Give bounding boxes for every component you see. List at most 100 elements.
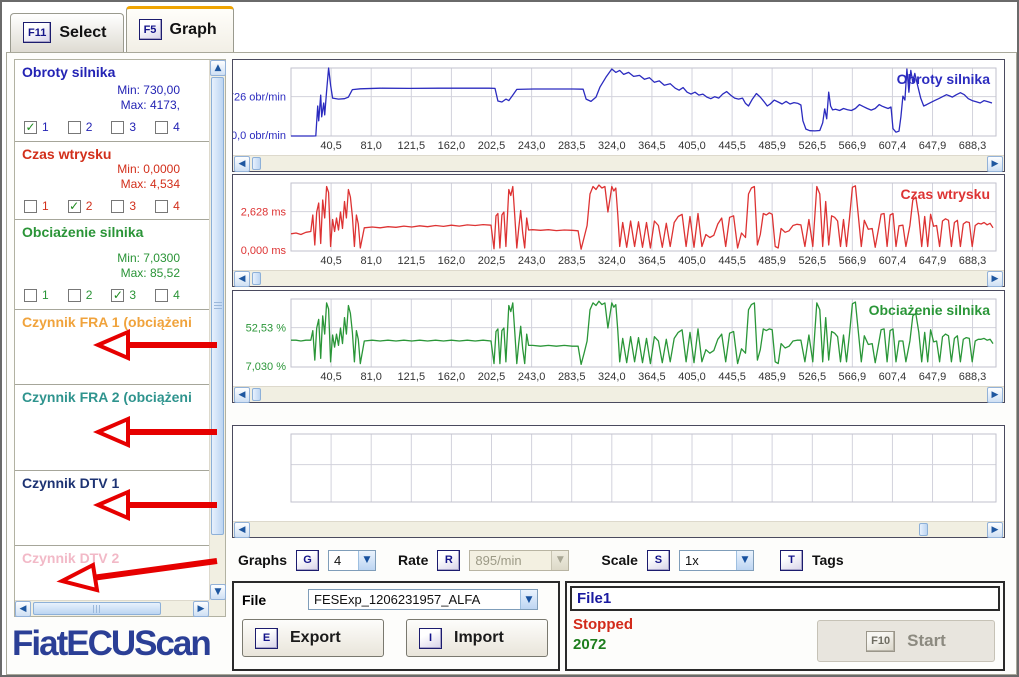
svg-text:324,0: 324,0 (598, 371, 626, 383)
scroll-right-icon[interactable]: ▶ (987, 156, 1003, 172)
checkbox-icon[interactable] (155, 199, 169, 213)
chevron-down-icon[interactable]: ▼ (358, 550, 376, 570)
checkbox-icon[interactable] (67, 288, 81, 302)
channel-checkbox[interactable]: 4 (155, 120, 180, 134)
svg-text:526,5: 526,5 (799, 140, 827, 152)
svg-text:647,9: 647,9 (919, 140, 947, 152)
channel-checkbox-row: ✓ 1 2 3 4 (24, 120, 202, 134)
checkbox-label: 2 (85, 288, 93, 302)
svg-text:81,0: 81,0 (360, 140, 381, 152)
channel-checkbox[interactable]: ✓ 3 (111, 288, 136, 302)
scroll-left-icon[interactable]: ◀ (234, 156, 250, 172)
channel-checkbox[interactable]: ✓ 1 (24, 120, 49, 134)
scroll-up-icon[interactable]: ▲ (210, 60, 226, 76)
svg-text:40,5: 40,5 (320, 371, 341, 383)
channel-checkbox[interactable]: 3 (111, 199, 136, 213)
channel-checkbox[interactable]: 2 (67, 120, 92, 134)
channel-checkbox[interactable]: 4 (155, 199, 180, 213)
scroll-left-icon[interactable]: ◀ (234, 387, 250, 403)
import-button[interactable]: I Import (406, 619, 548, 657)
f10-key-icon: F10 (866, 630, 896, 652)
tab-graph[interactable]: F5 Graph (125, 6, 234, 52)
scroll-right-icon[interactable]: ▶ (987, 522, 1003, 538)
min-max-value: Min: 730,00 (117, 83, 180, 97)
svg-text:7,030 %: 7,030 % (246, 361, 287, 373)
sidebar-section: Czynnik DTV 2 (15, 546, 209, 600)
scale-select[interactable]: 1x ▼ (678, 549, 754, 571)
channel-checkbox[interactable]: 1 (24, 199, 49, 213)
svg-text:485,9: 485,9 (758, 371, 786, 383)
svg-text:526,5: 526,5 (799, 255, 827, 267)
parameter-title: Czynnik DTV 1 (22, 475, 120, 491)
checkbox-label: 1 (42, 288, 49, 302)
t-key-icon[interactable]: T (779, 549, 803, 571)
s-key-icon[interactable]: S (646, 549, 670, 571)
channel-checkbox[interactable]: ✓ 2 (67, 199, 92, 213)
chevron-down-icon[interactable]: ▼ (520, 590, 537, 609)
scroll-right-icon[interactable]: ▶ (987, 271, 1003, 287)
file-select[interactable]: FESExp_1206231957_ALFA ▼ (308, 589, 538, 610)
channel-checkbox[interactable]: 3 (111, 120, 136, 134)
e-key-icon: E (255, 627, 278, 649)
checkbox-icon[interactable] (111, 199, 125, 213)
graph2-scroll-thumb[interactable] (252, 272, 261, 285)
svg-text:324,0: 324,0 (598, 255, 626, 267)
tab-select[interactable]: F11 Select (10, 13, 124, 52)
sidebar-section: Czas wtrysku Min: 0,0000 Max: 4,534 1 ✓ 2 3 4 (15, 142, 209, 220)
channel-checkbox-row: 1 ✓ 2 3 4 (24, 199, 202, 213)
svg-text:566,9: 566,9 (839, 371, 867, 383)
checkbox-icon[interactable] (24, 199, 37, 213)
checkbox-label: 1 (42, 120, 49, 134)
channel-checkbox[interactable]: 2 (67, 288, 93, 302)
parameter-title: Czynnik FRA 2 (obciążeni (22, 389, 192, 405)
start-button[interactable]: F10 Start (817, 620, 995, 662)
svg-text:Obciażenie silnika: Obciażenie silnika (869, 302, 991, 318)
rate-select: 895/min ▼ (469, 549, 570, 571)
r-key-icon[interactable]: R (437, 549, 461, 571)
channel-checkbox-row: 1 2 ✓ 3 4 (24, 288, 202, 302)
chevron-down-icon[interactable]: ▼ (735, 550, 753, 570)
checkbox-checked-icon[interactable]: ✓ (111, 288, 125, 302)
svg-text:566,9: 566,9 (839, 140, 867, 152)
svg-text:52,53 %: 52,53 % (246, 323, 287, 335)
graphs-count-select[interactable]: 4 ▼ (328, 549, 377, 571)
svg-text:647,9: 647,9 (919, 255, 947, 267)
scroll-left-icon[interactable]: ◀ (15, 601, 31, 617)
scroll-left-icon[interactable]: ◀ (234, 522, 250, 538)
channel-checkbox[interactable]: 4 (155, 288, 180, 302)
scroll-left-icon[interactable]: ◀ (234, 271, 250, 287)
sidebar-scroll-thumb[interactable] (211, 77, 224, 535)
checkbox-icon[interactable] (155, 288, 169, 302)
sidebar-hscroll-thumb[interactable] (33, 602, 161, 615)
graph1-scroll-thumb[interactable] (252, 157, 261, 170)
svg-text:81,0: 81,0 (360, 255, 381, 267)
scale-label: Scale (601, 552, 638, 568)
graph3-scroll-thumb[interactable] (252, 388, 261, 401)
checkbox-icon[interactable] (155, 120, 169, 134)
svg-text:607,4: 607,4 (879, 371, 907, 383)
scroll-down-icon[interactable]: ▼ (210, 584, 226, 600)
parameter-title: Czas wtrysku (22, 146, 112, 162)
checkbox-checked-icon[interactable]: ✓ (24, 120, 37, 134)
graph4-scroll-thumb[interactable] (919, 523, 928, 536)
scroll-right-icon[interactable]: ▶ (193, 601, 209, 617)
svg-text:121,5: 121,5 (398, 140, 426, 152)
scroll-right-icon[interactable]: ▶ (987, 387, 1003, 403)
svg-text:40,5: 40,5 (320, 140, 341, 152)
sidebar-section: Obroty silnika Min: 730,00 Max: 4173, ✓ 1 2 3 4 (15, 60, 209, 142)
checkbox-checked-icon[interactable]: ✓ (67, 199, 81, 213)
checkbox-icon[interactable] (67, 120, 81, 134)
tab-bar: F11 Select F5 Graph (10, 6, 234, 52)
svg-text:243,0: 243,0 (518, 371, 546, 383)
svg-text:405,0: 405,0 (678, 371, 706, 383)
svg-text:283,5: 283,5 (558, 140, 586, 152)
checkbox-icon[interactable] (24, 288, 37, 302)
svg-text:162,0: 162,0 (438, 140, 466, 152)
checkbox-icon[interactable] (111, 120, 125, 134)
svg-text:688,3: 688,3 (959, 255, 987, 267)
export-button[interactable]: E Export (242, 619, 384, 657)
channel-checkbox[interactable]: 1 (24, 288, 49, 302)
g-key-icon[interactable]: G (296, 549, 320, 571)
checkbox-label: 3 (129, 288, 137, 302)
f5-key-icon: F5 (138, 19, 162, 40)
